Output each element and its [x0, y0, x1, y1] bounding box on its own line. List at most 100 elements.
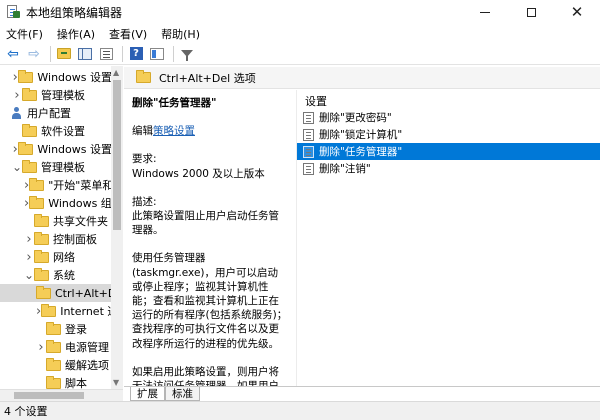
description-detail-2: 如果启用此策略设置，则用户将无法访问任务管理器。如果用户尝试启动任务管理器，则将… [132, 365, 279, 386]
content-header: Ctrl+Alt+Del 选项 [124, 67, 600, 89]
menu-view[interactable]: 查看(V) [109, 26, 147, 42]
chevron-down-icon[interactable]: ⌄ [24, 266, 34, 284]
setting-label: 删除"更改密码" [319, 112, 392, 124]
requirements-label: 要求: [132, 153, 157, 166]
forward-arrow-icon: ⇨ [28, 45, 40, 62]
tree-item[interactable]: › 网络 [0, 248, 112, 266]
description-text: 此策略设置阻止用户启动任务管理器。 [132, 210, 279, 237]
chevron-right-icon[interactable]: › [24, 230, 34, 248]
setting-row-remove-change-password[interactable]: 删除"更改密码" [297, 109, 600, 126]
toolbar-separator [173, 45, 174, 62]
settings-column-header[interactable]: 设置 [297, 92, 600, 109]
tree-item[interactable]: 用户配置 [0, 104, 112, 122]
tree-item[interactable]: › Windows 设置 [0, 68, 112, 86]
description-block: 描述: 此策略设置阻止用户启动任务管理器。 [132, 195, 288, 238]
edit-policy-link[interactable]: 策略设置 [153, 125, 195, 137]
edit-prefix: 编辑 [132, 125, 153, 138]
menu-help[interactable]: 帮助(H) [161, 26, 200, 42]
policy-setting-icon [303, 111, 314, 124]
setting-row-remove-lock-computer[interactable]: 删除"锁定计算机" [297, 126, 600, 143]
status-text: 4 个设置 [4, 405, 48, 418]
setting-row-remove-task-manager[interactable]: 删除"任务管理器" [297, 143, 600, 160]
forward-button[interactable]: ⇨ [25, 45, 43, 63]
description-pane: 删除"任务管理器" 编辑策略设置 要求: Windows 2000 及以上版本 描… [124, 90, 294, 386]
close-button[interactable]: ✕ [554, 0, 600, 24]
maximize-icon [526, 7, 536, 17]
tree-item[interactable]: › Windows 组件 [0, 194, 122, 212]
tab-standard[interactable]: 标准 [165, 387, 200, 401]
tree-item[interactable]: › 管理模板 [0, 86, 112, 104]
folder-icon [136, 70, 151, 83]
tree-item-label: Windows 设置 [37, 71, 112, 84]
up-folder-button[interactable] [55, 45, 73, 63]
help-button[interactable]: ? [127, 45, 145, 63]
tree-vertical-scrollbar[interactable]: ▲ ▼ [111, 66, 123, 389]
list-view-button[interactable] [97, 45, 115, 63]
show-hide-tree-button[interactable] [76, 45, 94, 63]
minimize-button[interactable] [462, 0, 508, 24]
tree-item[interactable]: ⌄ 系统 [0, 266, 112, 284]
toolbar: ⇦ ⇨ ? [0, 43, 600, 65]
chevron-right-icon[interactable]: › [36, 338, 46, 356]
tree-item[interactable]: › 电源管理 [0, 338, 112, 356]
extended-view-icon [150, 47, 164, 60]
tree-item[interactable]: 共享文件夹 [0, 212, 112, 230]
description-detail-1: 使用任务管理器(taskmgr.exe)，用户可以启动或停止程序；监视其计算机性… [132, 252, 288, 350]
description-label: 描述: [132, 195, 157, 208]
folder-icon [18, 69, 34, 83]
minimize-icon [480, 11, 490, 13]
tree-item-label: 系统 [53, 269, 75, 282]
setting-label: 删除"锁定计算机" [319, 129, 403, 141]
up-folder-icon [57, 48, 71, 59]
tree-item[interactable]: 脚本 [0, 374, 112, 389]
tree-item-label: 控制面板 [53, 233, 97, 246]
menu-bar: 文件(F) 操作(A) 查看(V) 帮助(H) [0, 24, 600, 43]
policy-title: 删除"任务管理器" [132, 97, 217, 109]
chevron-right-icon[interactable]: › [12, 86, 22, 104]
user-config-icon [10, 106, 23, 120]
show-hide-tree-icon [78, 47, 92, 60]
tree-item[interactable]: › Windows 设置 [0, 140, 112, 158]
setting-row-remove-logoff[interactable]: 删除"注销" [297, 160, 600, 177]
tree-item[interactable]: 缓解选项 [0, 356, 112, 374]
tree-item[interactable]: › "开始"菜单和任 [0, 176, 122, 194]
folder-icon [22, 87, 37, 101]
folder-icon [41, 303, 57, 317]
tree-item[interactable]: 软件设置 [0, 122, 112, 140]
chevron-right-icon[interactable]: › [24, 248, 34, 266]
tree-item[interactable]: › Internet 通 [0, 302, 118, 320]
tree-item[interactable]: › 控制面板 [0, 230, 112, 248]
tree-item-label: Internet 通 [60, 305, 119, 318]
scroll-up-icon[interactable]: ▲ [113, 68, 119, 77]
menu-file[interactable]: 文件(F) [6, 26, 43, 42]
tree-item[interactable]: 登录 [0, 320, 112, 338]
view-tabs: 扩展 标准 [124, 386, 600, 401]
tree-item[interactable]: ⌄ 管理模板 [0, 158, 112, 176]
extended-view-button[interactable] [148, 45, 166, 63]
tree-item-label: 脚本 [65, 377, 87, 389]
tree-item-label: 软件设置 [41, 125, 85, 138]
tree-item[interactable]: Ctrl+Alt+Del [0, 284, 122, 302]
setting-label: 删除"任务管理器" [319, 146, 403, 158]
scroll-down-icon[interactable]: ▼ [113, 378, 119, 387]
menu-action[interactable]: 操作(A) [57, 26, 95, 42]
tree-horizontal-scrollbar[interactable] [0, 389, 123, 401]
settings-list: 设置 删除"更改密码" 删除"锁定计算机" 删除"任务管理器" 删除"注销" [296, 90, 600, 386]
folder-icon [18, 141, 34, 155]
tree-item-label: 共享文件夹 [53, 215, 108, 228]
tree-scroll-thumb[interactable] [113, 80, 121, 230]
tree-hscroll-thumb[interactable] [14, 392, 84, 399]
maximize-button[interactable] [508, 0, 554, 24]
requirements-value: Windows 2000 及以上版本 [132, 167, 265, 180]
folder-icon [46, 375, 61, 389]
back-button[interactable]: ⇦ [4, 45, 22, 63]
filter-button[interactable] [178, 45, 196, 63]
chevron-down-icon[interactable]: ⌄ [12, 158, 22, 176]
tab-extended[interactable]: 扩展 [130, 387, 165, 401]
toolbar-separator [122, 45, 123, 62]
navigation-tree[interactable]: › Windows 设置 › 管理模板 用户配置 软件设置 › Windows 设置 ⌄ 管理模板… [0, 66, 123, 389]
